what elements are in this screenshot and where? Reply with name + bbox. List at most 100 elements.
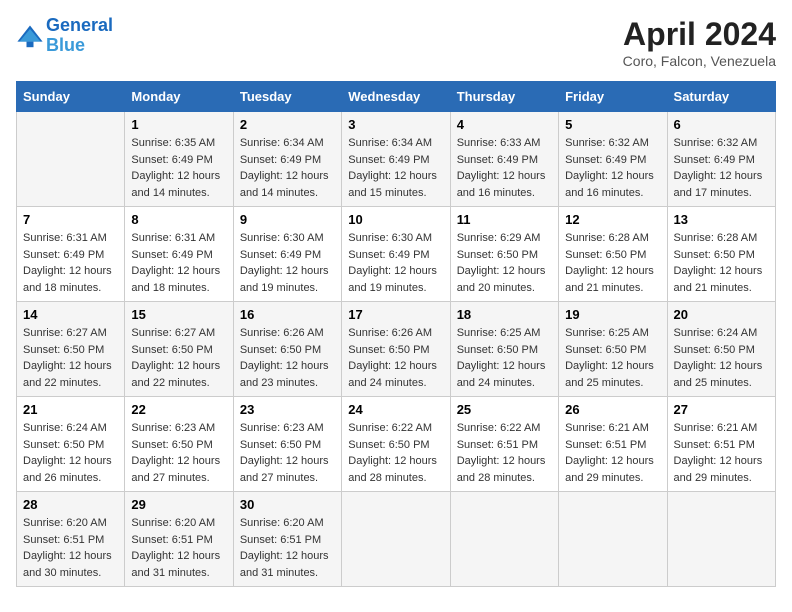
page-subtitle: Coro, Falcon, Venezuela: [623, 53, 776, 69]
logo-line2: Blue: [46, 35, 85, 55]
day-detail: Sunrise: 6:20 AMSunset: 6:51 PMDaylight:…: [23, 515, 118, 581]
day-detail: Sunrise: 6:27 AMSunset: 6:50 PMDaylight:…: [131, 325, 226, 391]
day-detail: Sunrise: 6:33 AMSunset: 6:49 PMDaylight:…: [457, 135, 552, 201]
day-number: 15: [131, 307, 226, 322]
calendar-header-row: SundayMondayTuesdayWednesdayThursdayFrid…: [17, 82, 776, 112]
day-detail: Sunrise: 6:32 AMSunset: 6:49 PMDaylight:…: [674, 135, 769, 201]
col-header-monday: Monday: [125, 82, 233, 112]
calendar-cell: 27Sunrise: 6:21 AMSunset: 6:51 PMDayligh…: [667, 397, 775, 492]
day-number: 1: [131, 117, 226, 132]
day-number: 26: [565, 402, 660, 417]
calendar-cell: 7Sunrise: 6:31 AMSunset: 6:49 PMDaylight…: [17, 207, 125, 302]
calendar-cell: 11 Sunrise: 6:29 AMSunset: 6:50 PMDayligh…: [450, 207, 558, 302]
day-detail: Sunrise: 6:29 AMSunset: 6:50 PMDaylight:…: [457, 230, 552, 296]
calendar-cell: 14 Sunrise: 6:27 AMSunset: 6:50 PMDayligh…: [17, 302, 125, 397]
day-number: 4: [457, 117, 552, 132]
calendar-cell: 5 Sunrise: 6:32 AMSunset: 6:49 PMDaylight…: [559, 112, 667, 207]
day-number: 10: [348, 212, 443, 227]
day-detail: Sunrise: 6:34 AMSunset: 6:49 PMDaylight:…: [348, 135, 443, 201]
day-number: 29: [131, 497, 226, 512]
day-number: 8: [131, 212, 226, 227]
calendar-cell: 13 Sunrise: 6:28 AMSunset: 6:50 PMDayligh…: [667, 207, 775, 302]
day-number: 18: [457, 307, 552, 322]
day-detail: Sunrise: 6:23 AMSunset: 6:50 PMDaylight:…: [240, 420, 335, 486]
calendar-cell: [17, 112, 125, 207]
calendar-cell: 21Sunrise: 6:24 AMSunset: 6:50 PMDayligh…: [17, 397, 125, 492]
day-detail: Sunrise: 6:31 AMSunset: 6:49 PMDaylight:…: [131, 230, 226, 296]
calendar-cell: 17 Sunrise: 6:26 AMSunset: 6:50 PMDayligh…: [342, 302, 450, 397]
calendar-week-row: 1 Sunrise: 6:35 AMSunset: 6:49 PMDaylight…: [17, 112, 776, 207]
day-detail: Sunrise: 6:24 AMSunset: 6:50 PMDaylight:…: [23, 420, 118, 486]
calendar-cell: 3 Sunrise: 6:34 AMSunset: 6:49 PMDaylight…: [342, 112, 450, 207]
logo-icon: [16, 22, 44, 50]
day-number: 20: [674, 307, 769, 322]
calendar-week-row: 7Sunrise: 6:31 AMSunset: 6:49 PMDaylight…: [17, 207, 776, 302]
calendar-cell: 19Sunrise: 6:25 AMSunset: 6:50 PMDayligh…: [559, 302, 667, 397]
calendar-week-row: 21Sunrise: 6:24 AMSunset: 6:50 PMDayligh…: [17, 397, 776, 492]
logo: General Blue: [16, 16, 113, 56]
day-detail: Sunrise: 6:32 AMSunset: 6:49 PMDaylight:…: [565, 135, 660, 201]
day-number: 5: [565, 117, 660, 132]
day-number: 19: [565, 307, 660, 322]
day-number: 27: [674, 402, 769, 417]
day-detail: Sunrise: 6:23 AMSunset: 6:50 PMDaylight:…: [131, 420, 226, 486]
calendar-cell: 26 Sunrise: 6:21 AMSunset: 6:51 PMDayligh…: [559, 397, 667, 492]
day-detail: Sunrise: 6:30 AMSunset: 6:49 PMDaylight:…: [240, 230, 335, 296]
calendar-cell: 10 Sunrise: 6:30 AMSunset: 6:49 PMDayligh…: [342, 207, 450, 302]
day-number: 13: [674, 212, 769, 227]
header: General Blue April 2024 Coro, Falcon, Ve…: [16, 16, 776, 69]
col-header-friday: Friday: [559, 82, 667, 112]
calendar-cell: 28 Sunrise: 6:20 AMSunset: 6:51 PMDayligh…: [17, 492, 125, 587]
calendar-cell: 9 Sunrise: 6:30 AMSunset: 6:49 PMDaylight…: [233, 207, 341, 302]
calendar-cell: 12 Sunrise: 6:28 AMSunset: 6:50 PMDayligh…: [559, 207, 667, 302]
day-number: 9: [240, 212, 335, 227]
day-number: 23: [240, 402, 335, 417]
calendar-cell: 18 Sunrise: 6:25 AMSunset: 6:50 PMDayligh…: [450, 302, 558, 397]
col-header-thursday: Thursday: [450, 82, 558, 112]
page-title: April 2024: [623, 16, 776, 53]
day-number: 24: [348, 402, 443, 417]
day-number: 17: [348, 307, 443, 322]
calendar-cell: 20Sunrise: 6:24 AMSunset: 6:50 PMDayligh…: [667, 302, 775, 397]
day-number: 12: [565, 212, 660, 227]
calendar-week-row: 14 Sunrise: 6:27 AMSunset: 6:50 PMDayligh…: [17, 302, 776, 397]
calendar-cell: [667, 492, 775, 587]
calendar-table: SundayMondayTuesdayWednesdayThursdayFrid…: [16, 81, 776, 587]
day-number: 16: [240, 307, 335, 322]
col-header-saturday: Saturday: [667, 82, 775, 112]
day-detail: Sunrise: 6:30 AMSunset: 6:49 PMDaylight:…: [348, 230, 443, 296]
calendar-cell: [559, 492, 667, 587]
day-detail: Sunrise: 6:27 AMSunset: 6:50 PMDaylight:…: [23, 325, 118, 391]
calendar-cell: 22 Sunrise: 6:23 AMSunset: 6:50 PMDayligh…: [125, 397, 233, 492]
day-number: 11: [457, 212, 552, 227]
calendar-cell: 23 Sunrise: 6:23 AMSunset: 6:50 PMDayligh…: [233, 397, 341, 492]
day-number: 14: [23, 307, 118, 322]
logo-text: General Blue: [46, 16, 113, 56]
col-header-tuesday: Tuesday: [233, 82, 341, 112]
day-detail: Sunrise: 6:21 AMSunset: 6:51 PMDaylight:…: [565, 420, 660, 486]
day-number: 30: [240, 497, 335, 512]
day-detail: Sunrise: 6:34 AMSunset: 6:49 PMDaylight:…: [240, 135, 335, 201]
calendar-cell: [450, 492, 558, 587]
calendar-cell: 1 Sunrise: 6:35 AMSunset: 6:49 PMDaylight…: [125, 112, 233, 207]
day-detail: Sunrise: 6:35 AMSunset: 6:49 PMDaylight:…: [131, 135, 226, 201]
day-number: 22: [131, 402, 226, 417]
day-number: 3: [348, 117, 443, 132]
calendar-cell: 25 Sunrise: 6:22 AMSunset: 6:51 PMDayligh…: [450, 397, 558, 492]
calendar-cell: 8 Sunrise: 6:31 AMSunset: 6:49 PMDaylight…: [125, 207, 233, 302]
day-detail: Sunrise: 6:28 AMSunset: 6:50 PMDaylight:…: [565, 230, 660, 296]
col-header-sunday: Sunday: [17, 82, 125, 112]
calendar-cell: 29Sunrise: 6:20 AMSunset: 6:51 PMDayligh…: [125, 492, 233, 587]
day-detail: Sunrise: 6:28 AMSunset: 6:50 PMDaylight:…: [674, 230, 769, 296]
day-number: 28: [23, 497, 118, 512]
day-number: 25: [457, 402, 552, 417]
calendar-cell: 30Sunrise: 6:20 AMSunset: 6:51 PMDayligh…: [233, 492, 341, 587]
day-detail: Sunrise: 6:22 AMSunset: 6:51 PMDaylight:…: [457, 420, 552, 486]
day-detail: Sunrise: 6:25 AMSunset: 6:50 PMDaylight:…: [457, 325, 552, 391]
calendar-cell: 6Sunrise: 6:32 AMSunset: 6:49 PMDaylight…: [667, 112, 775, 207]
title-area: April 2024 Coro, Falcon, Venezuela: [623, 16, 776, 69]
col-header-wednesday: Wednesday: [342, 82, 450, 112]
calendar-cell: 4 Sunrise: 6:33 AMSunset: 6:49 PMDaylight…: [450, 112, 558, 207]
day-detail: Sunrise: 6:26 AMSunset: 6:50 PMDaylight:…: [348, 325, 443, 391]
day-detail: Sunrise: 6:22 AMSunset: 6:50 PMDaylight:…: [348, 420, 443, 486]
